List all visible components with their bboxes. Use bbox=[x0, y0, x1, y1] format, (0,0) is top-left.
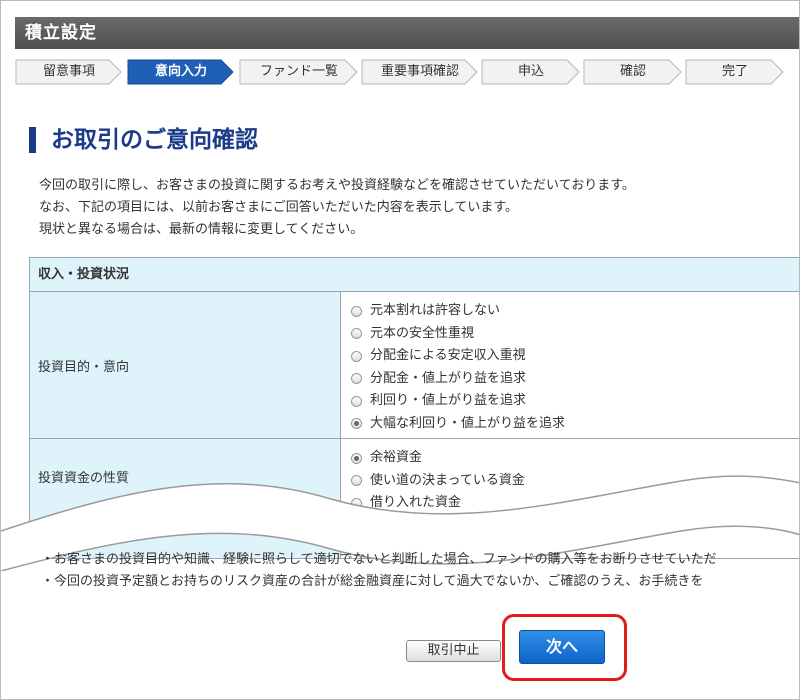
row-label: 投資目的・意向 bbox=[30, 292, 341, 438]
next-button-highlight bbox=[502, 614, 627, 681]
intro-line-2: なお、下記の項目には、以前お客さまにご回答いただいた内容を表示しています。 bbox=[39, 200, 519, 215]
radio-button[interactable] bbox=[351, 328, 362, 340]
progress-steps: 留意事項 意向入力 ファンド一覧 重要事項確認 申込 確認 完了 bbox=[15, 59, 799, 87]
intro-text: 今回の取引に際し、お客さまの投資に関するお考えや投資経験などを確認させていただい… bbox=[39, 175, 779, 241]
step-3-label: ファンド一覧 bbox=[259, 64, 338, 79]
table-row-investment-purpose: 投資目的・意向 元本割れは許容しない 元本の安全性重視 分配金による安定収入重視… bbox=[29, 292, 799, 441]
step-6-label: 確認 bbox=[619, 64, 646, 79]
table-section-header: 収入・投資状況 bbox=[29, 258, 799, 292]
step-1: 留意事項 bbox=[15, 59, 123, 85]
radio-option[interactable]: 元本割れは許容しない bbox=[351, 300, 799, 323]
page-title: お取引のご意向確認 bbox=[51, 127, 258, 153]
note-line-1: ・お客さまの投資目的や知識、経験に照らして適切でないと判断した場合、ファンドの購… bbox=[41, 552, 717, 567]
radio-button[interactable] bbox=[351, 350, 362, 362]
radio-label: 分配金・値上がり益を追求 bbox=[370, 370, 527, 386]
radio-option[interactable]: 利回り・値上がり益を追求 bbox=[351, 390, 799, 413]
title-accent-bar bbox=[29, 127, 36, 153]
step-7-label: 完了 bbox=[721, 64, 748, 79]
step-1-label: 留意事項 bbox=[42, 64, 95, 79]
radio-button[interactable] bbox=[351, 305, 362, 317]
radio-option[interactable]: 分配金・値上がり益を追求 bbox=[351, 368, 799, 391]
radio-group-investment-purpose: 元本割れは許容しない 元本の安全性重視 分配金による安定収入重視 分配金・値上が… bbox=[341, 292, 799, 441]
step-4-label: 重要事項確認 bbox=[380, 64, 459, 79]
radio-label: 余裕資金 bbox=[370, 450, 423, 465]
step-3: ファンド一覧 bbox=[239, 59, 359, 85]
step-4: 重要事項確認 bbox=[361, 59, 479, 85]
radio-option[interactable]: 大幅な利回り・値上がり益を追求 bbox=[351, 413, 799, 436]
header-title: 積立設定 bbox=[25, 23, 97, 43]
row-label-text: 投資目的・意向 bbox=[38, 359, 130, 375]
step-5: 申込 bbox=[481, 59, 581, 85]
step-7: 完了 bbox=[685, 59, 785, 85]
step-2: 意向入力 bbox=[127, 59, 235, 85]
radio-option[interactable]: 余裕資金 bbox=[351, 447, 799, 470]
notes: ・お客さまの投資目的や知識、経験に照らして適切でないと判断した場合、ファンドの購… bbox=[41, 549, 799, 593]
page-header: 積立設定 bbox=[15, 17, 799, 49]
radio-label: 元本割れは許容しない bbox=[370, 303, 501, 318]
radio-label: 分配金による安定収入重視 bbox=[370, 348, 526, 363]
step-2-label: 意向入力 bbox=[154, 64, 207, 79]
step-5-label: 申込 bbox=[517, 64, 544, 79]
radio-label: 大幅な利回り・値上がり益を追求 bbox=[370, 415, 566, 431]
intro-line-3: 現状と異なる場合は、最新の情報に変更してください。 bbox=[39, 222, 364, 237]
radio-button[interactable] bbox=[351, 395, 362, 407]
radio-button-selected[interactable] bbox=[351, 452, 362, 464]
radio-option[interactable]: 元本の安全性重視 bbox=[351, 323, 799, 346]
step-6: 確認 bbox=[583, 59, 683, 85]
intro-line-1: 今回の取引に際し、お客さまの投資に関するお考えや投資経験などを確認させていただい… bbox=[39, 178, 635, 193]
radio-option[interactable]: 分配金による安定収入重視 bbox=[351, 345, 799, 368]
radio-button-selected[interactable] bbox=[351, 418, 362, 430]
app-frame: 積立設定 留意事項 意向入力 ファンド一覧 重要事項確認 申込 確認 完了 お取… bbox=[0, 0, 800, 700]
radio-label: 利回り・値上がり益を追求 bbox=[370, 393, 527, 408]
note-line-2: ・今回の投資予定額とお持ちのリスク資産の合計が総金融資産に対して過大でないか、ご… bbox=[41, 574, 704, 589]
cancel-transaction-button[interactable]: 取引中止 bbox=[406, 640, 501, 662]
radio-label: 元本の安全性重視 bbox=[370, 325, 475, 341]
radio-button[interactable] bbox=[351, 373, 362, 385]
